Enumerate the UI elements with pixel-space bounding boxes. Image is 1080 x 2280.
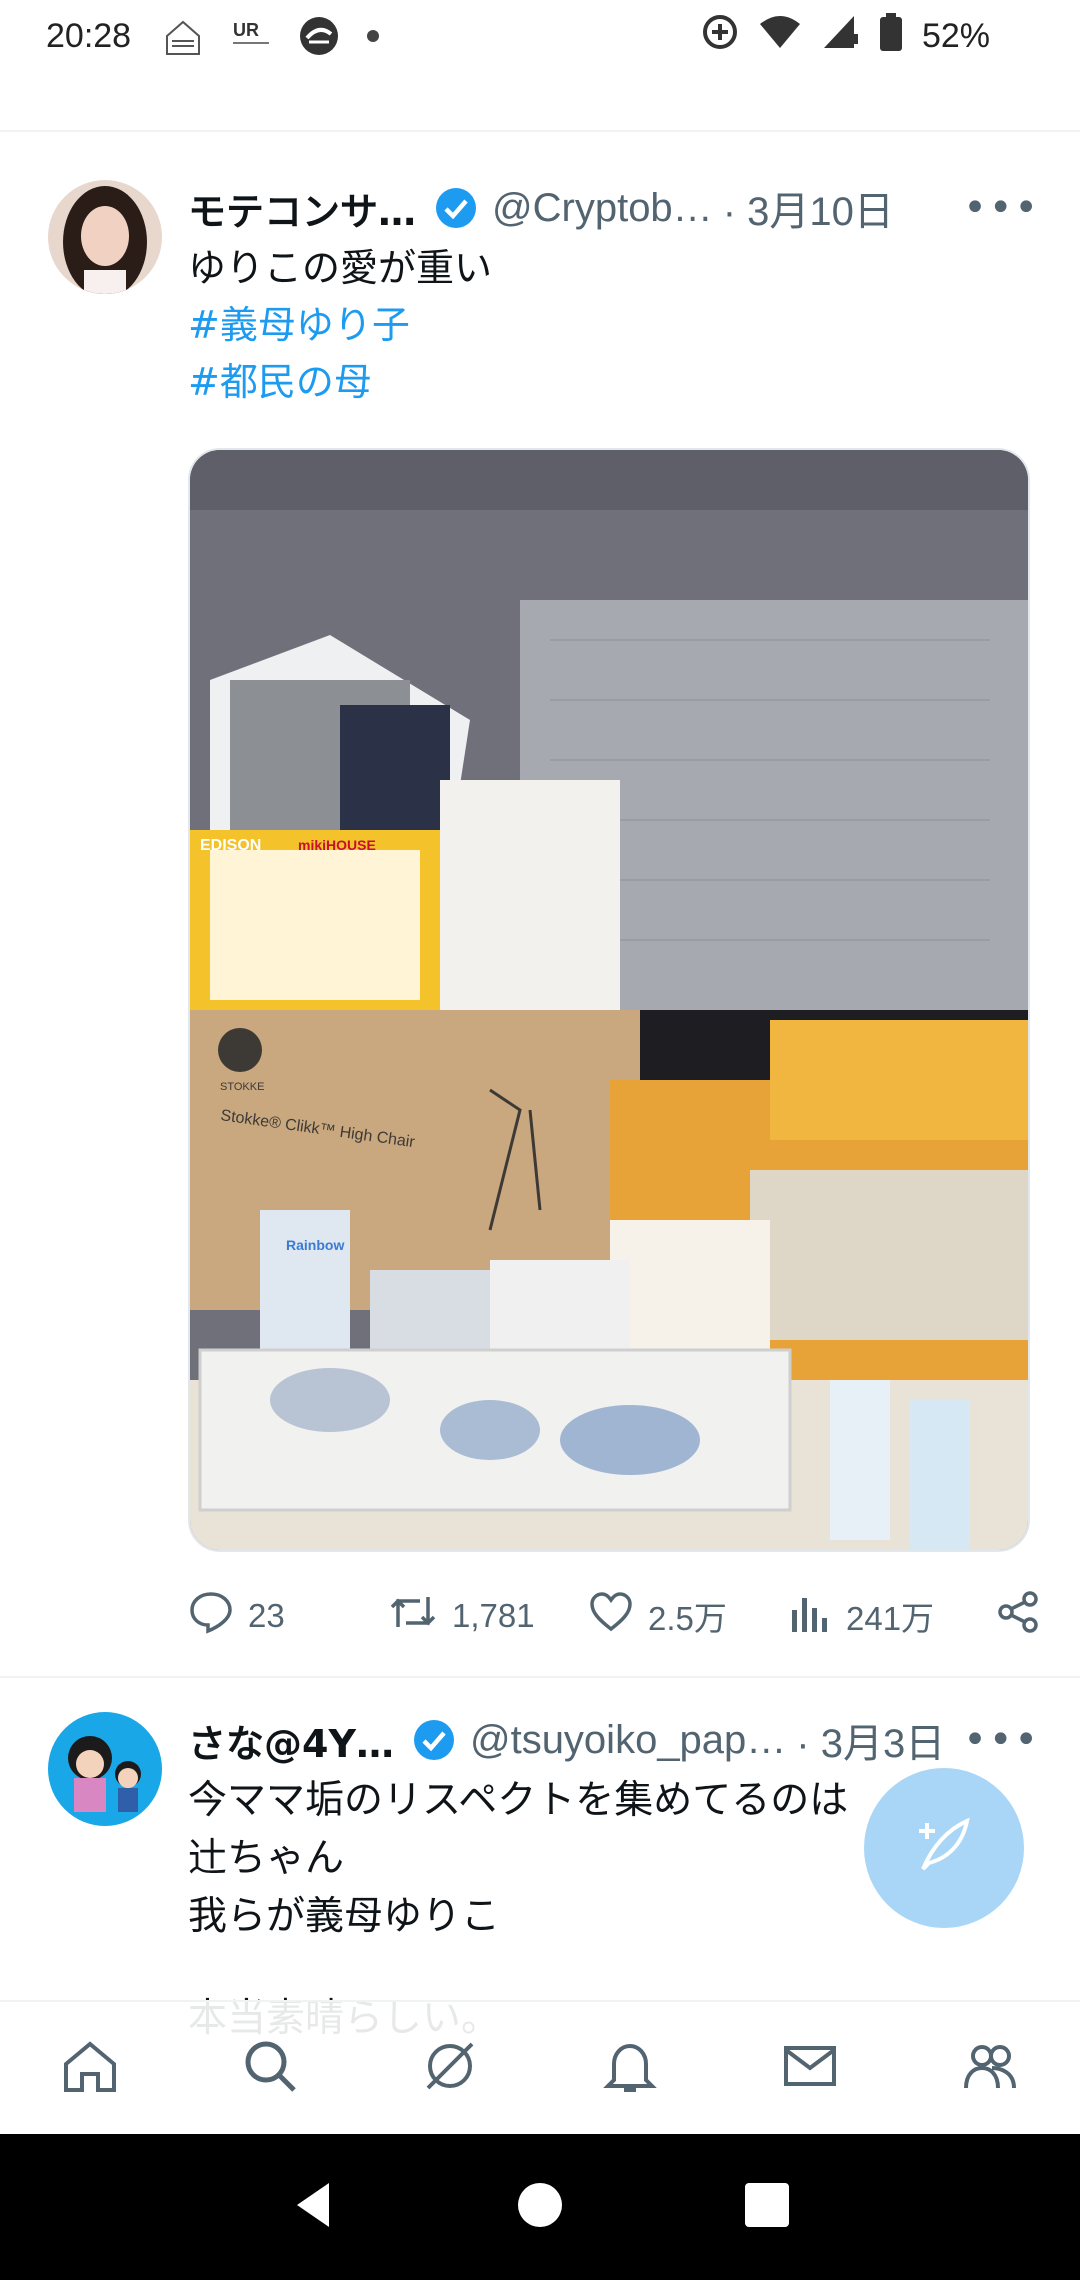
recents-icon[interactable]	[739, 2177, 795, 2237]
tweet-header: モテコンサ… @Cryptob… · 3月10日 •••	[188, 180, 1040, 236]
bell-icon	[598, 2034, 662, 2102]
status-bar: 20:28 UR 52%	[0, 0, 1080, 72]
like-button[interactable]: 2.5万	[588, 1589, 788, 1643]
system-nav-bar	[0, 2134, 1080, 2280]
tweet-image[interactable]: EDISON mikiHOUSE STOKKE Stokke® Clikk™ H…	[188, 448, 1030, 1552]
handle[interactable]: @tsuyoiko_pap…	[470, 1718, 786, 1763]
display-name[interactable]: モテコンサ…	[188, 181, 416, 236]
ur-logo-text: UR	[233, 20, 259, 40]
mail-icon	[778, 2034, 842, 2102]
tweet-header: さな@4Y… @tsuyoiko_pap… · 3月3日 •••	[188, 1712, 1040, 1768]
avatar[interactable]	[48, 1712, 162, 1826]
home-icon	[161, 14, 205, 58]
rainbow-label: Rainbow	[286, 1237, 344, 1253]
ur-icon: UR	[227, 14, 275, 58]
heart-icon	[588, 1589, 634, 1643]
verified-badge-icon	[412, 1718, 456, 1762]
tweet-body: ゆりこの愛が重い	[188, 246, 493, 290]
views-icon	[788, 1590, 832, 1642]
avatar[interactable]	[48, 180, 162, 294]
display-name[interactable]: さな@4Y…	[188, 1713, 394, 1768]
search-icon	[238, 2034, 302, 2102]
tweet-text: ゆりこの愛が重い #義母ゆり子 #都民の母	[188, 240, 1040, 411]
wifi-icon	[758, 12, 802, 61]
signal-icon	[820, 12, 860, 61]
nav-communities[interactable]	[945, 2023, 1035, 2113]
back-icon[interactable]	[285, 2177, 341, 2237]
data-saver-icon	[700, 12, 740, 61]
handle[interactable]: @Cryptob…	[492, 186, 713, 231]
nav-home[interactable]	[45, 2023, 135, 2113]
stokke-brand-label: STOKKE	[220, 1081, 264, 1093]
views-button[interactable]: 241万	[788, 1590, 988, 1642]
nav-search[interactable]	[225, 2023, 315, 2113]
dot-icon	[363, 26, 383, 46]
reply-icon	[188, 1589, 234, 1643]
reply-button[interactable]: 23	[188, 1589, 388, 1643]
status-time: 20:28	[46, 16, 132, 55]
bottom-nav	[0, 2000, 1080, 2134]
battery-percent: 52%	[921, 16, 990, 55]
edison-label: EDISON	[200, 837, 261, 854]
more-options-icon[interactable]: •••	[963, 185, 1040, 231]
vpn-icon	[297, 14, 341, 58]
mikihouse-label: mikiHOUSE	[298, 837, 376, 853]
hashtag-link[interactable]: #義母ゆり子	[188, 297, 1040, 354]
divider	[0, 1676, 1080, 1678]
timestamp[interactable]: · 3月3日	[796, 1711, 945, 1769]
compose-button[interactable]	[864, 1768, 1024, 1928]
home-circle-icon[interactable]	[512, 2177, 568, 2237]
verified-badge-icon	[434, 186, 478, 230]
views-count: 241万	[846, 1600, 935, 1637]
retweet-icon	[388, 1589, 438, 1643]
divider	[0, 130, 1080, 132]
share-icon	[996, 1590, 1040, 1642]
compose-feather-icon	[909, 1811, 979, 1885]
share-button[interactable]	[996, 1590, 1040, 1642]
retweet-button[interactable]: 1,781	[388, 1589, 588, 1643]
hashtag-link[interactable]: #都民の母	[188, 354, 1040, 411]
nav-spaces[interactable]	[405, 2023, 495, 2113]
nav-notifications[interactable]	[585, 2023, 675, 2113]
communities-icon	[958, 2034, 1022, 2102]
reply-count: 23	[248, 1597, 285, 1634]
timestamp[interactable]: · 3月10日	[723, 179, 894, 237]
more-options-icon[interactable]: •••	[963, 1717, 1040, 1763]
battery-icon	[878, 12, 904, 61]
home-icon	[58, 2034, 122, 2102]
spaces-icon	[418, 2034, 482, 2102]
retweet-count: 1,781	[452, 1597, 535, 1634]
nav-messages[interactable]	[765, 2023, 855, 2113]
like-count: 2.5万	[648, 1600, 727, 1637]
tweet-actions: 23 1,781 2.5万 241万	[188, 1586, 1040, 1646]
